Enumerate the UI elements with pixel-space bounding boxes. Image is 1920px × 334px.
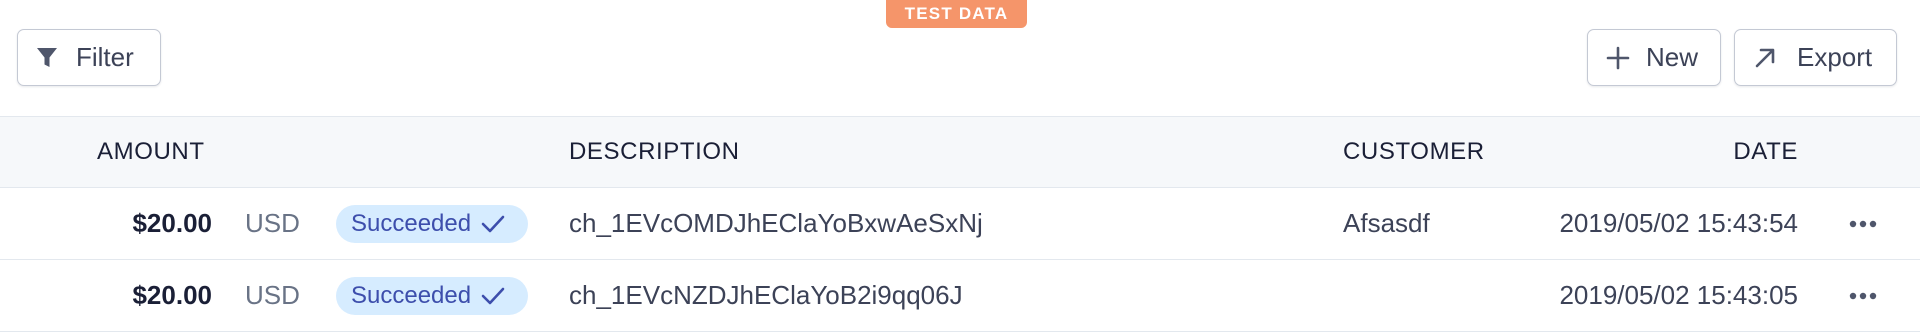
- currency-cell: USD: [245, 208, 300, 238]
- column-header-customer[interactable]: CUSTOMER: [1343, 117, 1485, 187]
- checkmark-icon: [481, 286, 505, 306]
- amount-cell: $20.00: [132, 280, 212, 310]
- filter-button[interactable]: Filter: [17, 29, 161, 86]
- test-data-badge: TEST DATA: [886, 0, 1027, 28]
- status-badge: Succeeded: [336, 277, 528, 315]
- table-header-row: AMOUNT DESCRIPTION CUSTOMER DATE: [0, 116, 1920, 188]
- payments-table: AMOUNT DESCRIPTION CUSTOMER DATE $20.00 …: [0, 116, 1920, 332]
- date-cell: 2019/05/02 15:43:05: [1559, 280, 1798, 310]
- table-row[interactable]: $20.00 USD Succeeded ch_1EVcOMDJhEClaYoB…: [0, 188, 1920, 260]
- export-button[interactable]: Export: [1734, 29, 1897, 86]
- filter-button-label: Filter: [76, 42, 134, 72]
- description-cell: ch_1EVcNZDJhEClaYoB2i9qq06J: [569, 280, 963, 310]
- payments-page: TEST DATA Filter New Export AMOUNT DESCR…: [0, 0, 1920, 334]
- customer-cell[interactable]: Afsasdf: [1343, 188, 1430, 259]
- more-horizontal-icon[interactable]: [1846, 284, 1880, 308]
- amount-cell: $20.00: [132, 208, 212, 238]
- plus-icon: [1606, 46, 1630, 70]
- column-header-date[interactable]: DATE: [1733, 117, 1798, 187]
- new-button[interactable]: New: [1587, 29, 1721, 86]
- description-cell: ch_1EVcOMDJhEClaYoBxwAeSxNj: [569, 208, 983, 238]
- table-row[interactable]: $20.00 USD Succeeded ch_1EVcNZDJhEClaYoB…: [0, 260, 1920, 332]
- column-header-amount[interactable]: AMOUNT: [97, 117, 205, 187]
- column-header-description[interactable]: DESCRIPTION: [569, 117, 740, 187]
- date-cell: 2019/05/02 15:43:54: [1559, 208, 1798, 238]
- new-button-label: New: [1646, 42, 1699, 72]
- export-button-label: Export: [1797, 42, 1873, 72]
- arrow-up-right-icon: [1753, 46, 1777, 70]
- status-badge-label: Succeeded: [351, 282, 472, 309]
- more-horizontal-icon[interactable]: [1846, 212, 1880, 236]
- currency-cell: USD: [245, 280, 300, 310]
- filter-icon: [36, 46, 58, 70]
- checkmark-icon: [481, 214, 505, 234]
- status-badge: Succeeded: [336, 205, 528, 243]
- status-badge-label: Succeeded: [351, 210, 472, 237]
